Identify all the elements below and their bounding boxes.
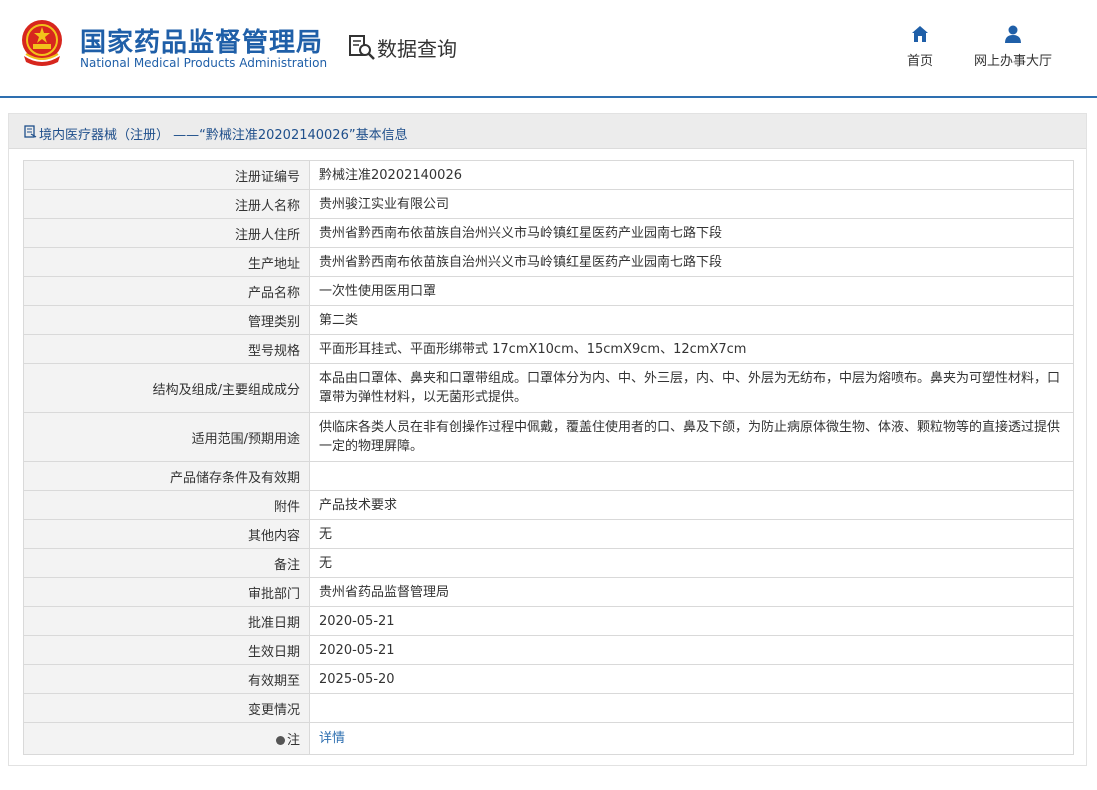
field-label: 有效期至: [23, 664, 310, 694]
table-row: 型号规格 平面形耳挂式、平面形绑带式 17cmX10cm、15cmX9cm、12c…: [23, 334, 1074, 364]
field-label: 产品储存条件及有效期: [23, 461, 310, 491]
breadcrumb: 境内医疗器械（注册） ——“黔械注准20202140026”基本信息: [39, 128, 408, 143]
table-row: 备注无: [23, 548, 1074, 578]
info-table: 注册证编号 黔械注准20202140026 注册人名称 贵州骏江实业有限公司 注册人住所…: [23, 160, 1074, 755]
document-icon: [24, 125, 37, 138]
field-label: 结构及组成/主要组成成分: [23, 363, 310, 413]
user-icon: [1005, 25, 1021, 43]
field-label: 适用范围/预期用途: [23, 412, 310, 462]
section-title: 数据查询: [377, 37, 457, 61]
field-value: 本品由口罩体、鼻夹和口罩带组成。口罩体分为内、中、外三层，内、中、外层为无纺布，…: [309, 363, 1074, 413]
field-value: 贵州省药品监督管理局: [309, 577, 1074, 607]
field-label: 注册人名称: [23, 189, 310, 219]
field-value: [309, 461, 1074, 491]
table-row: 适用范围/预期用途 供临床各类人员在非有创操作过程中佩戴，覆盖住使用者的口、鼻及下…: [23, 412, 1074, 462]
field-value: 无: [309, 519, 1074, 549]
table-row: 生产地址 贵州省黔西南布依苗族自治州兴义市马岭镇红星医药产业园南七路下段: [23, 247, 1074, 277]
field-label: 注册证编号: [23, 160, 310, 190]
field-label: 变更情况: [23, 693, 310, 723]
table-row: 有效期至 2025-05-20: [23, 664, 1074, 694]
field-value: 平面形耳挂式、平面形绑带式 17cmX10cm、15cmX9cm、12cmX7c…: [309, 334, 1074, 364]
table-row: 产品名称 一次性使用医用口罩: [23, 276, 1074, 306]
table-row: 批准日期 2020-05-21: [23, 606, 1074, 636]
table-row: 注册证编号 黔械注准20202140026: [23, 160, 1074, 190]
field-value: 黔械注准20202140026: [309, 160, 1074, 190]
field-label: 批准日期: [23, 606, 310, 636]
nav-home[interactable]: 首页: [900, 24, 940, 69]
field-label: 型号规格: [23, 334, 310, 364]
field-value: 第二类: [309, 305, 1074, 335]
note-value-cell: 详情: [309, 722, 1074, 755]
note-label: 注: [286, 733, 300, 748]
field-value: 贵州骏江实业有限公司: [309, 189, 1074, 219]
field-label: 生效日期: [23, 635, 310, 665]
table-row: 注册人住所 贵州省黔西南布依苗族自治州兴义市马岭镇红星医药产业园南七路下段: [23, 218, 1074, 248]
field-value: 2020-05-21: [309, 635, 1074, 665]
table-row: 管理类别 第二类: [23, 305, 1074, 335]
field-value: 2025-05-20: [309, 664, 1074, 694]
field-value: 贵州省黔西南布依苗族自治州兴义市马岭镇红星医药产业园南七路下段: [309, 218, 1074, 248]
header-divider: [0, 96, 1097, 98]
field-label: 附件: [23, 490, 310, 520]
table-row: 审批部门 贵州省药品监督管理局: [23, 577, 1074, 607]
site-title-en: National Medical Products Administration: [80, 56, 328, 70]
note-label-cell: 注: [23, 722, 310, 755]
detail-link[interactable]: 详情: [319, 731, 345, 746]
field-value: 一次性使用医用口罩: [309, 276, 1074, 306]
table-row: 注册人名称 贵州骏江实业有限公司: [23, 189, 1074, 219]
nav-home-label: 首页: [906, 54, 933, 69]
field-value: 贵州省黔西南布依苗族自治州兴义市马岭镇红星医药产业园南七路下段: [309, 247, 1074, 277]
table-row: 产品储存条件及有效期: [23, 461, 1074, 491]
nav-online-office[interactable]: 网上办事大厅: [966, 24, 1060, 69]
table-row-note: 注 详情: [23, 722, 1074, 755]
field-value: [309, 693, 1074, 723]
bulb-icon: [275, 736, 285, 745]
field-value: 供临床各类人员在非有创操作过程中佩戴，覆盖住使用者的口、鼻及下颌，为防止病原体微…: [309, 412, 1074, 462]
national-emblem-icon: [22, 20, 62, 66]
field-value: 无: [309, 548, 1074, 578]
data-query-icon: [349, 35, 375, 60]
field-label: 审批部门: [23, 577, 310, 607]
field-label: 生产地址: [23, 247, 310, 277]
field-label: 管理类别: [23, 305, 310, 335]
table-row: 变更情况: [23, 693, 1074, 723]
field-label: 产品名称: [23, 276, 310, 306]
table-row: 结构及组成/主要组成成分 本品由口罩体、鼻夹和口罩带组成。口罩体分为内、中、外三层…: [23, 363, 1074, 413]
home-icon: [912, 26, 928, 42]
table-row: 附件 产品技术要求: [23, 490, 1074, 520]
field-label: 其他内容: [23, 519, 310, 549]
field-value: 产品技术要求: [309, 490, 1074, 520]
detail-panel: 境内医疗器械（注册） ——“黔械注准20202140026”基本信息 注册证编号…: [8, 113, 1087, 766]
nav-online-office-label: 网上办事大厅: [973, 54, 1052, 69]
table-row: 其他内容无: [23, 519, 1074, 549]
field-label: 注册人住所: [23, 218, 310, 248]
panel-header: 境内医疗器械（注册） ——“黔械注准20202140026”基本信息: [9, 114, 1086, 149]
table-row: 生效日期 2020-05-21: [23, 635, 1074, 665]
site-title-cn: 国家药品监督管理局: [80, 28, 324, 58]
field-label: 备注: [23, 548, 310, 578]
site-header: 国家药品监督管理局 National Medical Products Admi…: [0, 0, 1097, 97]
field-value: 2020-05-21: [309, 606, 1074, 636]
